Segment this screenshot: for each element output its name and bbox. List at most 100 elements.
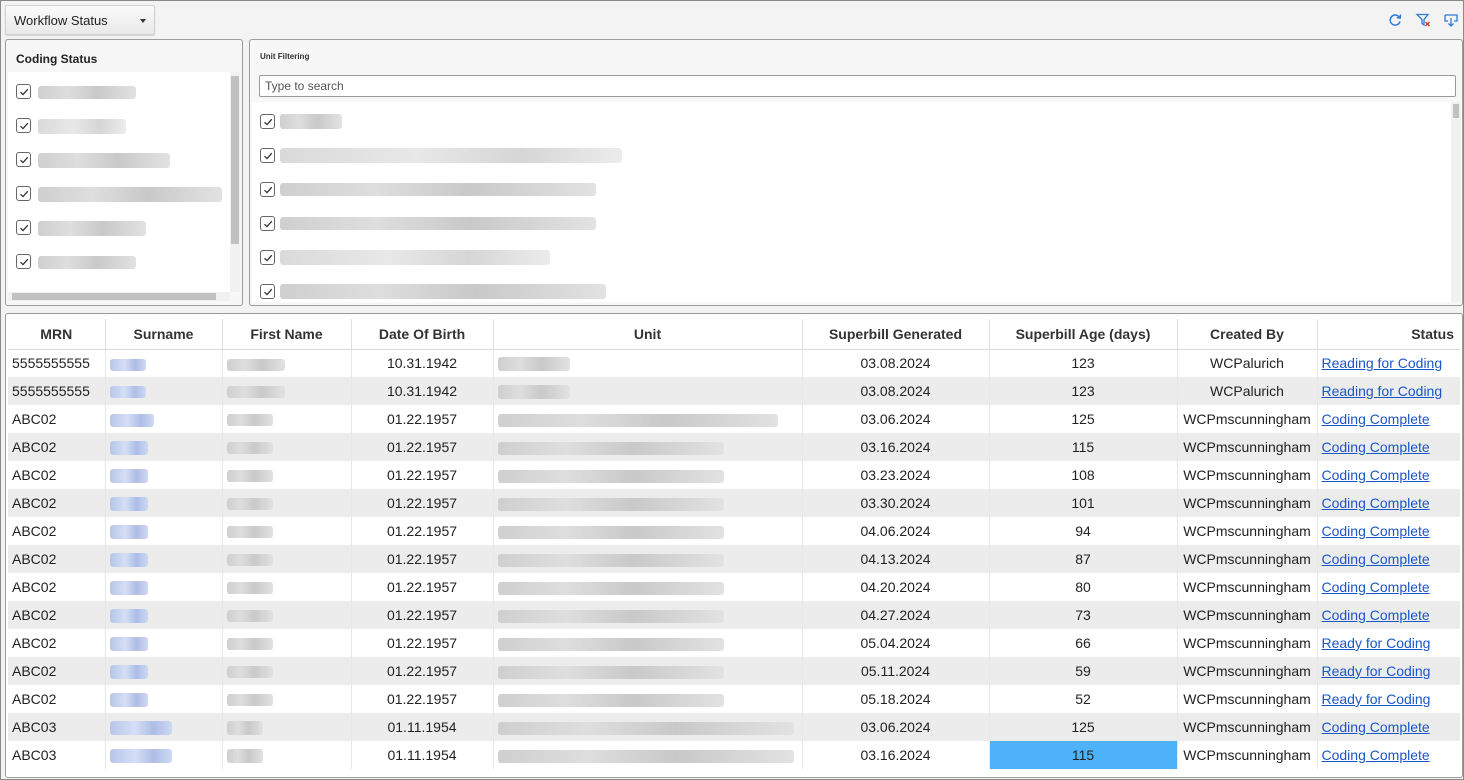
cell-superbill-age[interactable]: 87 (989, 545, 1178, 573)
status-link[interactable]: Coding Complete (1322, 411, 1430, 427)
status-link[interactable]: Coding Complete (1322, 607, 1430, 623)
cell-superbill-age[interactable]: 59 (989, 657, 1178, 685)
cell-superbill-generated: 05.11.2024 (802, 657, 990, 685)
status-link[interactable]: Coding Complete (1322, 579, 1430, 595)
column-header-created-by[interactable]: Created By (1177, 319, 1318, 350)
cell-superbill-age[interactable]: 80 (989, 573, 1178, 601)
checkbox-checked-icon[interactable] (16, 84, 31, 99)
status-link[interactable]: Coding Complete (1322, 495, 1430, 511)
table-row[interactable]: ABC03 01.11.1954 03.06.2024 125 WCPmscun… (8, 713, 1460, 741)
table-row[interactable]: ABC02 01.22.1957 03.16.2024 115 WCPmscun… (8, 433, 1460, 461)
coding-horizontal-scrollbar[interactable] (8, 292, 230, 301)
column-header-date-of-birth[interactable]: Date Of Birth (351, 319, 494, 350)
table-row[interactable]: ABC02 01.22.1957 05.04.2024 66 WCPmscunn… (8, 629, 1460, 657)
column-header-mrn[interactable]: MRN (8, 319, 106, 350)
table-row[interactable]: ABC02 01.22.1957 03.30.2024 101 WCPmscun… (8, 489, 1460, 517)
status-link[interactable]: Coding Complete (1322, 439, 1430, 455)
redacted-unit (497, 441, 724, 455)
cell-date-of-birth: 01.11.1954 (351, 713, 494, 741)
cell-superbill-age[interactable]: 73 (989, 601, 1178, 629)
refresh-icon[interactable] (1387, 12, 1403, 28)
column-header-superbill-generated[interactable]: Superbill Generated (802, 319, 990, 350)
table-row[interactable]: 5555555555 10.31.1942 03.08.2024 123 WCP… (8, 377, 1460, 405)
redacted-unit (497, 609, 724, 623)
checkbox-checked-icon[interactable] (260, 216, 275, 231)
status-link[interactable]: Reading for Coding (1322, 355, 1443, 371)
status-link[interactable]: Coding Complete (1322, 747, 1430, 763)
cell-created-by: WCPmscunningham (1177, 685, 1318, 713)
cell-created-by: WCPmscunningham (1177, 545, 1318, 573)
redacted-label (38, 119, 126, 134)
table-row[interactable]: ABC02 01.22.1957 05.11.2024 59 WCPmscunn… (8, 657, 1460, 685)
table-row[interactable]: ABC02 01.22.1957 05.18.2024 52 WCPmscunn… (8, 685, 1460, 713)
cell-date-of-birth: 01.22.1957 (351, 629, 494, 657)
scrollbar-thumb[interactable] (12, 293, 216, 300)
checkbox-checked-icon[interactable] (260, 182, 275, 197)
cell-superbill-age[interactable]: 108 (989, 461, 1178, 489)
cell-superbill-age[interactable]: 125 (989, 405, 1178, 433)
status-link[interactable]: Ready for Coding (1322, 635, 1431, 651)
redacted-first-name (226, 554, 273, 567)
cell-superbill-age[interactable]: 66 (989, 629, 1178, 657)
cell-superbill-age[interactable]: 123 (989, 377, 1178, 405)
export-icon[interactable] (1443, 12, 1459, 28)
clear-filter-icon[interactable] (1415, 12, 1431, 28)
table-row[interactable]: ABC02 01.22.1957 04.06.2024 94 WCPmscunn… (8, 517, 1460, 545)
table-row[interactable]: ABC02 01.22.1957 04.27.2024 73 WCPmscunn… (8, 601, 1460, 629)
unit-search-input[interactable] (259, 75, 1456, 97)
column-header-surname[interactable]: Surname (105, 319, 223, 350)
status-link[interactable]: Coding Complete (1322, 719, 1430, 735)
status-link[interactable]: Coding Complete (1322, 551, 1430, 567)
column-header-status[interactable]: Status (1317, 319, 1460, 350)
cell-superbill-age[interactable]: 125 (989, 713, 1178, 741)
status-link[interactable]: Coding Complete (1322, 467, 1430, 483)
checkbox-checked-icon[interactable] (16, 220, 31, 235)
cell-superbill-age[interactable]: 123 (989, 349, 1178, 377)
cell-superbill-age[interactable]: 115 (989, 433, 1178, 461)
redacted-first-name (226, 610, 273, 623)
redacted-surname (109, 358, 146, 371)
coding-vertical-scrollbar[interactable] (230, 72, 240, 292)
table-row[interactable]: ABC02 01.22.1957 03.23.2024 108 WCPmscun… (8, 461, 1460, 489)
workflow-status-dropdown[interactable]: Workflow Status (5, 5, 155, 35)
table-row[interactable]: ABC02 01.22.1957 04.13.2024 87 WCPmscunn… (8, 545, 1460, 573)
status-link[interactable]: Coding Complete (1322, 523, 1430, 539)
checkbox-checked-icon[interactable] (260, 114, 275, 129)
cell-superbill-age-selected[interactable]: 115 (989, 741, 1178, 769)
redacted-label (38, 153, 170, 168)
checkbox-checked-icon[interactable] (260, 250, 275, 265)
redacted-unit (497, 553, 724, 567)
checkbox-checked-icon[interactable] (16, 118, 31, 133)
scrollbar-thumb[interactable] (1453, 104, 1459, 118)
checkbox-checked-icon[interactable] (16, 152, 31, 167)
redacted-label (38, 256, 136, 269)
redacted-unit (497, 413, 778, 427)
column-header-unit[interactable]: Unit (493, 319, 803, 350)
checkbox-checked-icon[interactable] (260, 284, 275, 299)
status-link[interactable]: Ready for Coding (1322, 691, 1431, 707)
unit-vertical-scrollbar[interactable] (1451, 102, 1461, 302)
cell-superbill-generated: 04.20.2024 (802, 573, 990, 601)
redacted-surname (109, 721, 172, 736)
cell-superbill-age[interactable]: 101 (989, 489, 1178, 517)
redacted-first-name (226, 414, 273, 427)
status-link[interactable]: Ready for Coding (1322, 663, 1431, 679)
status-link[interactable]: Reading for Coding (1322, 383, 1443, 399)
table-row[interactable]: ABC02 01.22.1957 04.20.2024 80 WCPmscunn… (8, 573, 1460, 601)
column-header-superbill-age[interactable]: Superbill Age (days) (989, 319, 1178, 350)
cell-mrn: 5555555555 (8, 349, 106, 377)
scrollbar-thumb[interactable] (231, 76, 239, 244)
checkbox-checked-icon[interactable] (16, 186, 31, 201)
redacted-unit (497, 497, 724, 511)
table-row[interactable]: 5555555555 10.31.1942 03.08.2024 123 WCP… (8, 349, 1460, 377)
cell-superbill-age[interactable]: 52 (989, 685, 1178, 713)
redacted-surname (109, 553, 148, 568)
table-row[interactable]: ABC03 01.11.1954 03.16.2024 115 WCPmscun… (8, 741, 1460, 769)
cell-created-by: WCPmscunningham (1177, 713, 1318, 741)
checkbox-checked-icon[interactable] (16, 254, 31, 269)
table-row[interactable]: ABC02 01.22.1957 03.06.2024 125 WCPmscun… (8, 405, 1460, 433)
cell-created-by: WCPmscunningham (1177, 573, 1318, 601)
checkbox-checked-icon[interactable] (260, 148, 275, 163)
column-header-first-name[interactable]: First Name (222, 319, 352, 350)
cell-superbill-age[interactable]: 94 (989, 517, 1178, 545)
